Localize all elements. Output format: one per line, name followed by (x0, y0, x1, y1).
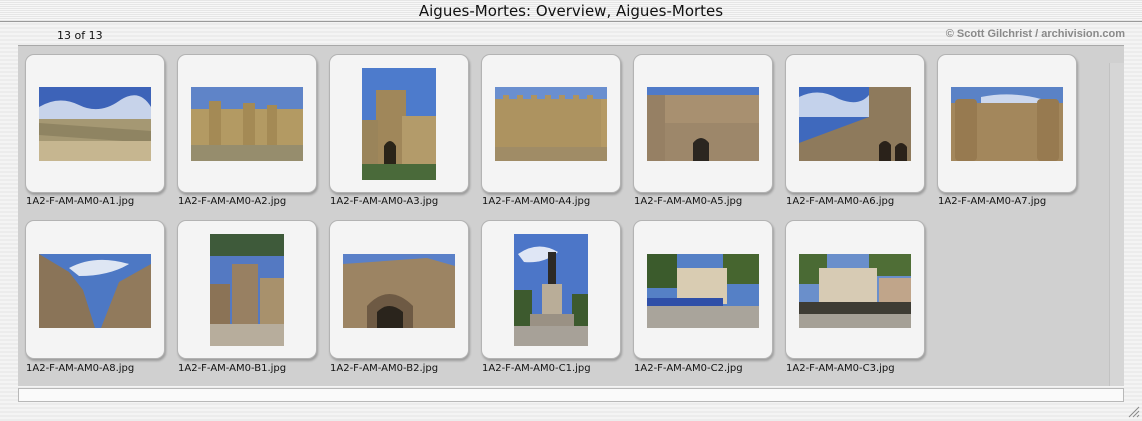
thumbnail-slide[interactable] (329, 220, 469, 359)
photo-thumbnail (647, 87, 759, 161)
thumbnail-slide[interactable] (481, 54, 621, 193)
resize-grip-icon[interactable] (1126, 404, 1140, 418)
thumbnail-slide[interactable] (25, 54, 165, 193)
photo-thumbnail (514, 234, 588, 346)
photo-thumbnail (362, 68, 436, 180)
thumbnail-caption: 1A2-F-AM-AM0-A5.jpg (634, 196, 743, 207)
photo-thumbnail (210, 234, 284, 346)
photo-thumbnail (951, 87, 1063, 161)
horizontal-scrollbar[interactable] (18, 388, 1124, 402)
thumbnail-caption: 1A2-F-AM-AM0-C1.jpg (482, 363, 591, 374)
copyright-credit: © Scott Gilchrist / archivision.com (945, 28, 1125, 40)
thumbnail-caption: 1A2-F-AM-AM0-C3.jpg (786, 363, 895, 374)
window-title: Aigues-Mortes: Overview, Aigues-Mortes (0, 0, 1142, 22)
photo-thumbnail (343, 254, 455, 328)
thumbnail-caption: 1A2-F-AM-AM0-A7.jpg (938, 196, 1047, 207)
image-counter: 13 of 13 (57, 29, 103, 42)
thumbnail-slide[interactable] (785, 54, 925, 193)
thumbnail-caption: 1A2-F-AM-AM0-A6.jpg (786, 196, 895, 207)
thumbnail-caption: 1A2-F-AM-AM0-B2.jpg (330, 363, 439, 374)
thumbnail-slide[interactable] (785, 220, 925, 359)
photo-thumbnail (647, 254, 759, 328)
thumbnail-caption: 1A2-F-AM-AM0-A1.jpg (26, 196, 135, 207)
vertical-scrollbar-track[interactable] (1109, 63, 1124, 386)
photo-thumbnail (39, 87, 151, 161)
thumbnail-slide[interactable] (177, 220, 317, 359)
thumbnail-caption: 1A2-F-AM-AM0-A2.jpg (178, 196, 287, 207)
thumbnail-slide[interactable] (329, 54, 469, 193)
thumbnail-caption: 1A2-F-AM-AM0-B1.jpg (178, 363, 287, 374)
photo-thumbnail (495, 87, 607, 161)
thumbnail-caption: 1A2-F-AM-AM0-A8.jpg (26, 363, 135, 374)
photo-thumbnail (39, 254, 151, 328)
thumbnail-caption: 1A2-F-AM-AM0-A4.jpg (482, 196, 591, 207)
photo-thumbnail (191, 87, 303, 161)
thumbnail-caption: 1A2-F-AM-AM0-A3.jpg (330, 196, 439, 207)
photo-thumbnail (799, 254, 911, 328)
thumbnail-slide[interactable] (633, 220, 773, 359)
thumbnail-slide[interactable] (937, 54, 1077, 193)
thumbnail-slide[interactable] (633, 54, 773, 193)
thumbnail-slide[interactable] (25, 220, 165, 359)
thumbnail-slide[interactable] (481, 220, 621, 359)
photo-thumbnail (799, 87, 911, 161)
thumbnail-slide[interactable] (177, 54, 317, 193)
thumbnail-caption: 1A2-F-AM-AM0-C2.jpg (634, 363, 743, 374)
